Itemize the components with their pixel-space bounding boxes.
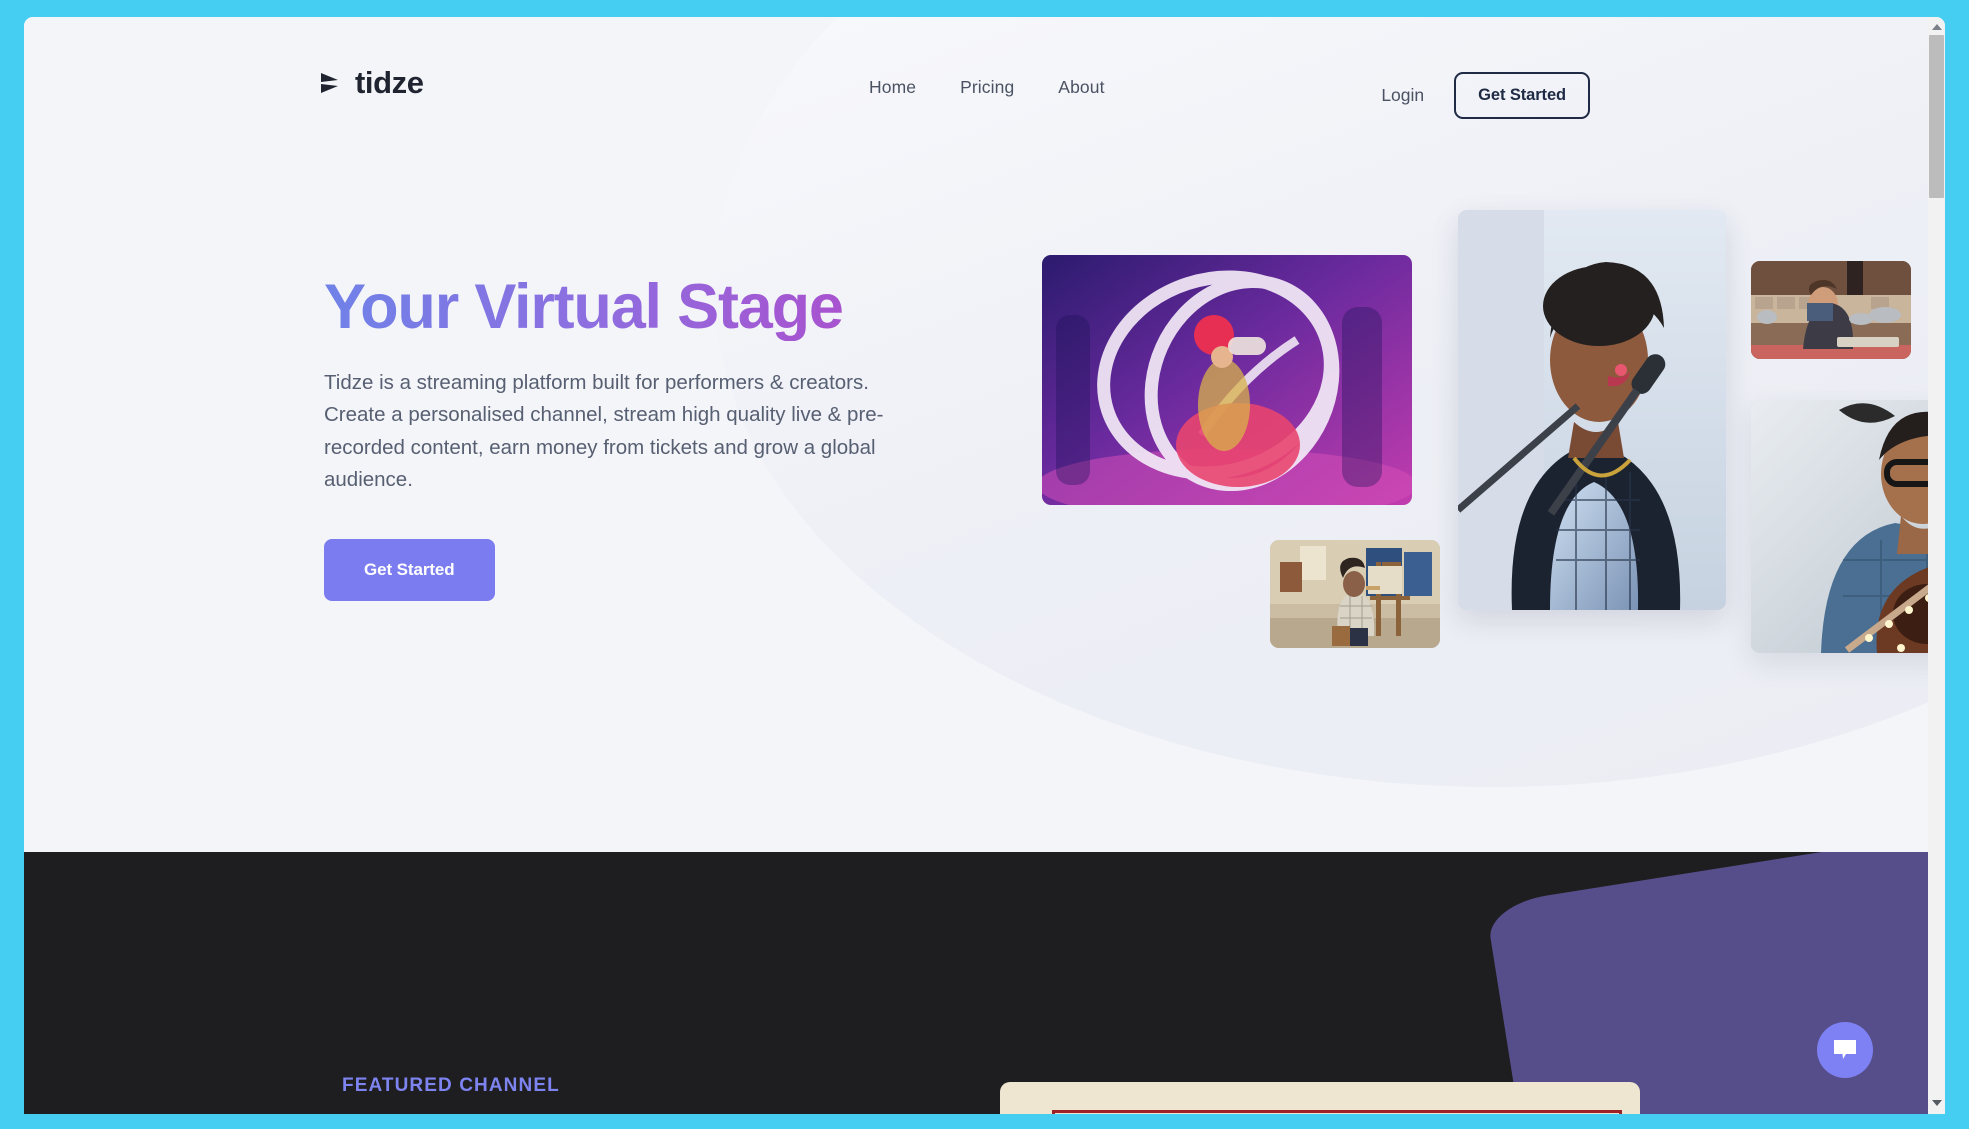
- chat-bubble-icon: [1832, 1038, 1858, 1062]
- scroll-down-arrow[interactable]: [1928, 1096, 1945, 1110]
- hero-section: tidze Home Pricing About Login Get Start…: [24, 17, 1945, 852]
- login-link[interactable]: Login: [1381, 85, 1424, 106]
- vertical-scrollbar[interactable]: [1928, 17, 1945, 1114]
- nav-link-about[interactable]: About: [1058, 77, 1104, 98]
- vintage-poster-card[interactable]: ✦ ✦ The: [1000, 1082, 1640, 1114]
- hero-copy: Your Virtual Stage Tidze is a streaming …: [324, 273, 964, 601]
- nav-actions: Login Get Started: [1381, 72, 1590, 119]
- nav-link-home[interactable]: Home: [869, 77, 916, 98]
- featured-channel-section: [24, 852, 1945, 1114]
- hero-get-started-button[interactable]: Get Started: [324, 538, 495, 601]
- logo-text: tidze: [355, 65, 424, 100]
- browser-frame: tidze Home Pricing About Login Get Start…: [0, 0, 1969, 1129]
- purple-decorative-shape: [1485, 852, 1945, 1114]
- scroll-up-arrow[interactable]: [1928, 20, 1945, 34]
- page-title: Your Virtual Stage: [324, 273, 964, 341]
- dancer-with-ribbons-photo: [1042, 255, 1412, 505]
- nav-link-pricing[interactable]: Pricing: [960, 77, 1014, 98]
- play-chevron-icon: [320, 70, 342, 96]
- logo[interactable]: tidze: [320, 65, 424, 101]
- hero-image-collage: [24, 17, 1945, 852]
- guitarist-with-fairy-lights-photo: [1751, 400, 1945, 653]
- baker-in-kitchen-photo: [1751, 261, 1911, 359]
- painter-at-easel-photo: [1270, 540, 1440, 648]
- poster-red-border: [1052, 1110, 1622, 1114]
- hero-description: Tidze is a streaming platform built for …: [324, 371, 884, 492]
- singer-with-microphone-photo: [1458, 210, 1726, 610]
- scrollbar-thumb[interactable]: [1929, 35, 1944, 198]
- nav-get-started-button[interactable]: Get Started: [1454, 72, 1590, 119]
- featured-channel-label: FEATURED CHANNEL: [342, 1075, 560, 1096]
- page-viewport: tidze Home Pricing About Login Get Start…: [24, 17, 1945, 1114]
- chat-widget-button[interactable]: [1817, 1022, 1873, 1078]
- nav-links: Home Pricing About: [869, 77, 1105, 98]
- main-navigation: tidze Home Pricing About Login Get Start…: [24, 17, 1945, 135]
